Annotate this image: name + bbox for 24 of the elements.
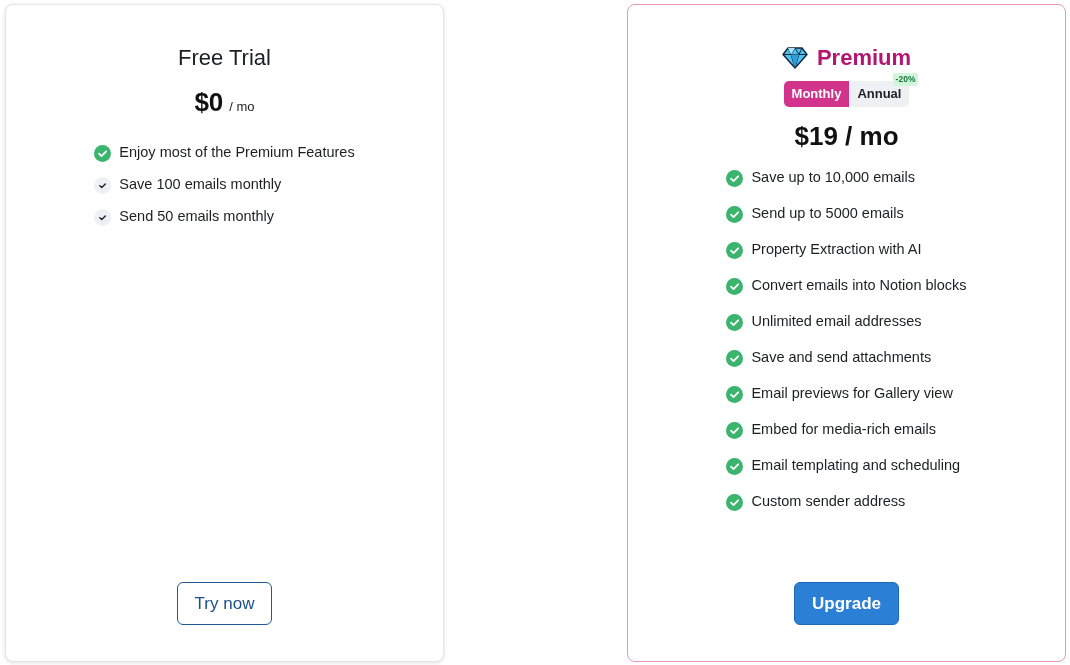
upgrade-button[interactable]: Upgrade bbox=[794, 582, 899, 625]
discount-tag: -20% bbox=[892, 73, 919, 86]
feature-text: Send up to 5000 emails bbox=[751, 204, 904, 224]
feature-text: Save and send attachments bbox=[751, 348, 932, 368]
diamond-icon bbox=[781, 47, 808, 69]
feature-text: Enjoy most of the Premium Features bbox=[119, 143, 355, 163]
feature-text: Custom sender address bbox=[751, 492, 906, 512]
feature-text: Convert emails into Notion blocks bbox=[751, 276, 967, 296]
feature-text: Email previews for Gallery view bbox=[751, 384, 953, 404]
feature-text: Send 50 emails monthly bbox=[119, 207, 275, 227]
feature-text: Embed for media-rich emails bbox=[751, 420, 936, 440]
billing-toggle-option[interactable]: Annual bbox=[849, 81, 910, 107]
price-amount: $0 bbox=[194, 87, 224, 117]
price-period: / mo bbox=[229, 99, 255, 114]
feature-text: Save up to 10,000 emails bbox=[751, 168, 916, 188]
feature-text: Property Extraction with AI bbox=[751, 240, 922, 260]
feature-text: Unlimited email addresses bbox=[751, 312, 922, 332]
try-button[interactable]: Try now bbox=[176, 582, 273, 625]
plan-title: Premium bbox=[816, 45, 912, 71]
feature-text: Save 100 emails monthly bbox=[119, 175, 282, 195]
billing-toggle-option[interactable]: Monthly bbox=[783, 81, 850, 107]
price-amount: $19 / mo bbox=[794, 121, 899, 151]
feature-text: Email templating and scheduling bbox=[751, 456, 961, 476]
plan-title: Free Trial bbox=[178, 45, 271, 71]
